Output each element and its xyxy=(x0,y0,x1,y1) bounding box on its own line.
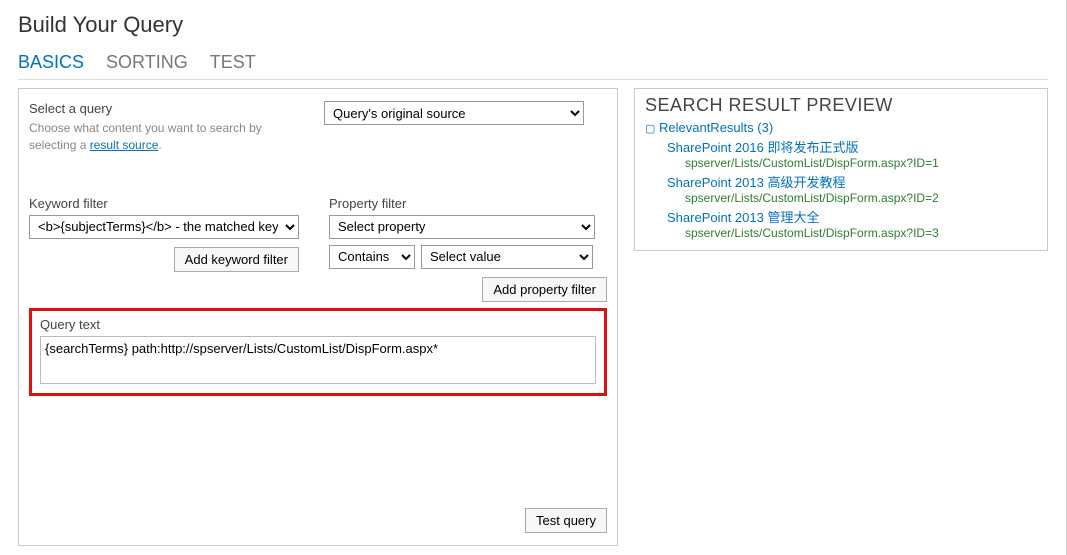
query-text-label: Query text xyxy=(40,317,596,332)
result-title[interactable]: SharePoint 2013 管理大全 xyxy=(667,207,1037,226)
tab-sorting[interactable]: SORTING xyxy=(106,52,188,73)
relevant-results-node[interactable]: RelevantResults (3) xyxy=(659,120,773,135)
keyword-filter-select[interactable]: <b>{subjectTerms}</b> - the matched keyw xyxy=(29,215,299,239)
query-builder-panel: Select a query Choose what content you w… xyxy=(18,88,618,546)
page-title: Build Your Query xyxy=(18,12,1048,38)
search-result-preview-panel: SEARCH RESULT PREVIEW ▢ RelevantResults (… xyxy=(634,88,1048,251)
query-text-highlight: Query text xyxy=(29,308,607,396)
tab-basics[interactable]: BASICS xyxy=(18,52,84,73)
tabs: BASICS SORTING TEST xyxy=(18,52,1048,73)
keyword-filter-label: Keyword filter xyxy=(29,196,299,211)
result-source-link[interactable]: result source xyxy=(90,138,159,152)
result-title[interactable]: SharePoint 2013 高级开发教程 xyxy=(667,172,1037,191)
select-query-desc: Choose what content you want to search b… xyxy=(29,120,294,154)
list-item: SharePoint 2013 管理大全 spserver/Lists/Cust… xyxy=(667,207,1037,240)
query-text-input[interactable] xyxy=(40,336,596,384)
list-item: SharePoint 2016 即将发布正式版 spserver/Lists/C… xyxy=(667,137,1037,170)
add-property-filter-button[interactable]: Add property filter xyxy=(482,277,607,302)
property-filter-property-select[interactable]: Select property xyxy=(329,215,595,239)
add-keyword-filter-button[interactable]: Add keyword filter xyxy=(174,247,299,272)
test-query-button[interactable]: Test query xyxy=(525,508,607,533)
query-source-select[interactable]: Query's original source xyxy=(324,101,584,125)
select-query-label: Select a query xyxy=(29,101,294,116)
result-url: spserver/Lists/CustomList/DispForm.aspx?… xyxy=(685,191,1037,205)
property-filter-operator-select[interactable]: Contains xyxy=(329,245,415,269)
preview-title: SEARCH RESULT PREVIEW xyxy=(645,95,1037,116)
property-filter-label: Property filter xyxy=(329,196,607,211)
list-item: SharePoint 2013 高级开发教程 spserver/Lists/Cu… xyxy=(667,172,1037,205)
result-url: spserver/Lists/CustomList/DispForm.aspx?… xyxy=(685,226,1037,240)
property-filter-value-select[interactable]: Select value xyxy=(421,245,593,269)
collapse-icon[interactable]: ▢ xyxy=(645,122,655,135)
result-url: spserver/Lists/CustomList/DispForm.aspx?… xyxy=(685,156,1037,170)
result-title[interactable]: SharePoint 2016 即将发布正式版 xyxy=(667,137,1037,156)
tab-test[interactable]: TEST xyxy=(210,52,256,73)
